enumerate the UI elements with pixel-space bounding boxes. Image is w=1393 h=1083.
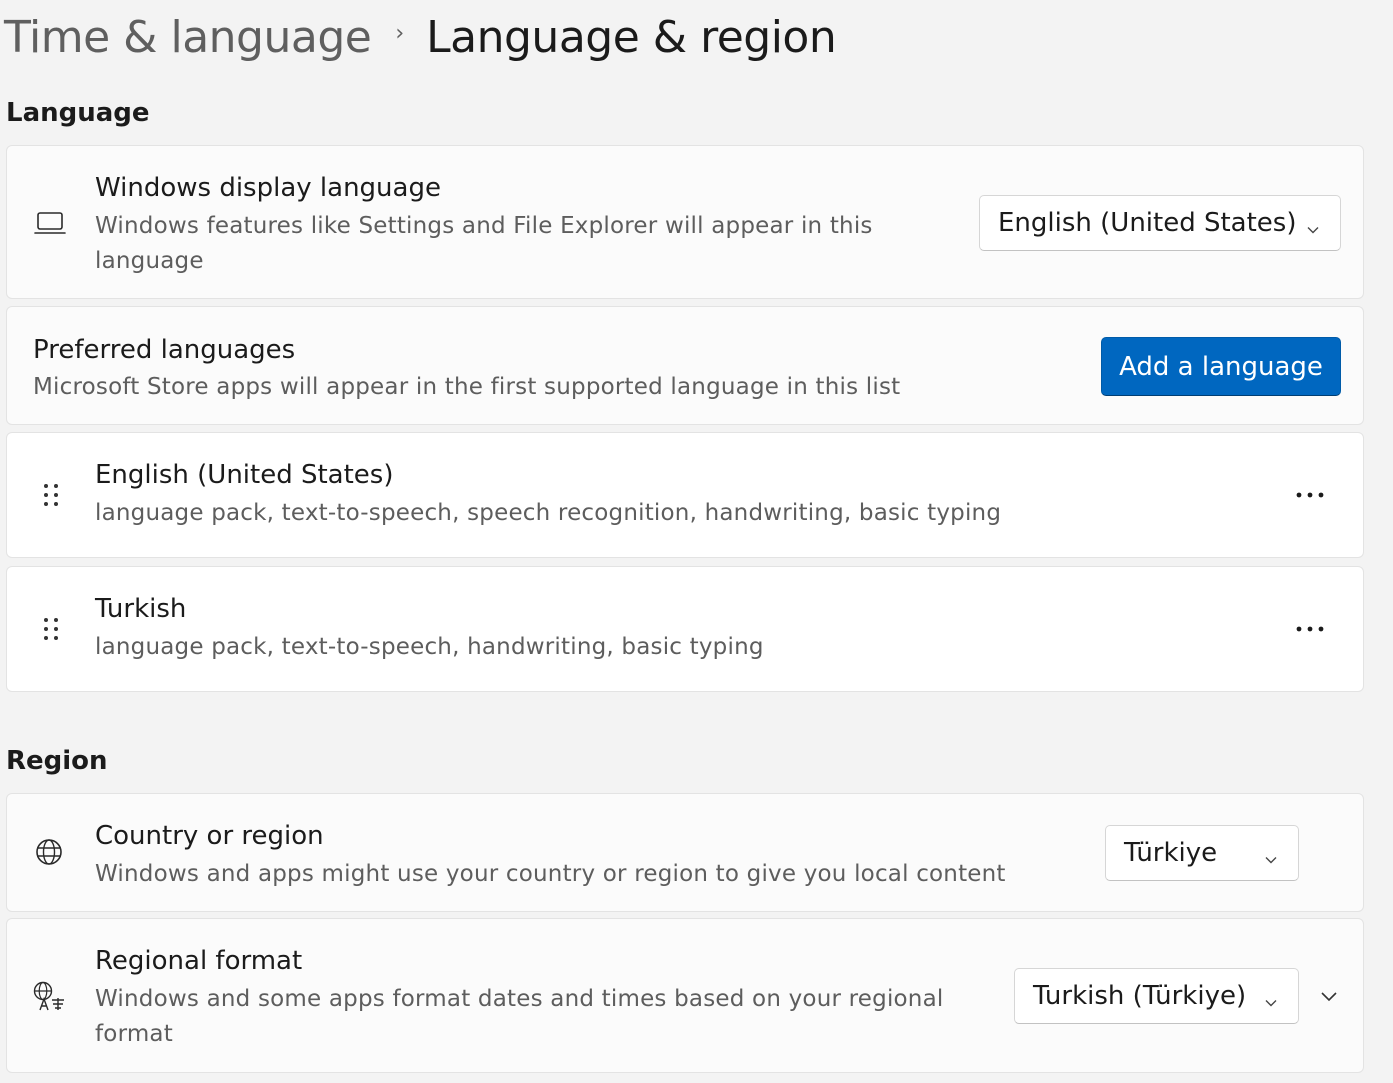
more-icon [1296,492,1324,498]
preferred-languages-description: Microsoft Store apps will appear in the … [33,374,901,400]
chevron-down-icon [1306,214,1320,244]
more-options-button[interactable] [1288,611,1332,647]
country-region-dropdown[interactable]: Türkiye [1105,825,1299,881]
display-language-selected: English (United States) [998,208,1297,238]
more-icon [1296,626,1324,632]
add-language-button[interactable]: Add a language [1101,337,1341,396]
language-name: English (United States) [95,460,394,490]
chevron-down-icon [1264,987,1278,1017]
language-features: language pack, text-to-speech, handwriti… [95,634,764,660]
language-section-title: Language [6,98,150,128]
drag-handle-icon[interactable] [34,478,68,512]
more-options-button[interactable] [1288,477,1332,513]
breadcrumb: Time & language › Language & region [4,6,837,68]
regional-format-title: Regional format [95,946,303,976]
country-region-description: Windows and apps might use your country … [95,861,1006,887]
language-item-turkish[interactable]: Turkish language pack, text-to-speech, h… [6,566,1364,692]
display-language-card: Windows display language Windows feature… [6,145,1364,299]
regional-format-selected: Turkish (Türkiye) [1033,981,1247,1011]
page-title: Language & region [426,11,837,63]
breadcrumb-parent-link[interactable]: Time & language [4,12,372,63]
display-language-dropdown[interactable]: English (United States) [979,195,1341,251]
country-region-title: Country or region [95,821,324,851]
preferred-languages-card: Preferred languages Microsoft Store apps… [6,306,1364,425]
laptop-icon [33,206,67,240]
regional-format-dropdown[interactable]: Turkish (Türkiye) [1014,968,1299,1024]
language-features: language pack, text-to-speech, speech re… [95,500,1002,526]
drag-handle-icon[interactable] [34,612,68,646]
regional-format-description: Windows and some apps format dates and t… [95,986,944,1047]
country-region-card: Country or region Windows and apps might… [6,793,1364,912]
language-item-english[interactable]: English (United States) language pack, t… [6,432,1364,558]
country-region-selected: Türkiye [1124,838,1218,868]
display-language-title: Windows display language [95,173,441,203]
preferred-languages-title: Preferred languages [33,335,296,365]
display-language-description: Windows features like Settings and File … [95,213,873,274]
regional-format-card[interactable]: Regional format Windows and some apps fo… [6,918,1364,1073]
region-section-title: Region [6,746,108,776]
breadcrumb-separator: › [395,20,405,46]
regional-format-icon [32,979,66,1013]
chevron-down-icon [1264,844,1278,874]
globe-icon [32,835,66,869]
language-name: Turkish [95,594,187,624]
expand-chevron-icon[interactable] [1320,987,1338,1009]
